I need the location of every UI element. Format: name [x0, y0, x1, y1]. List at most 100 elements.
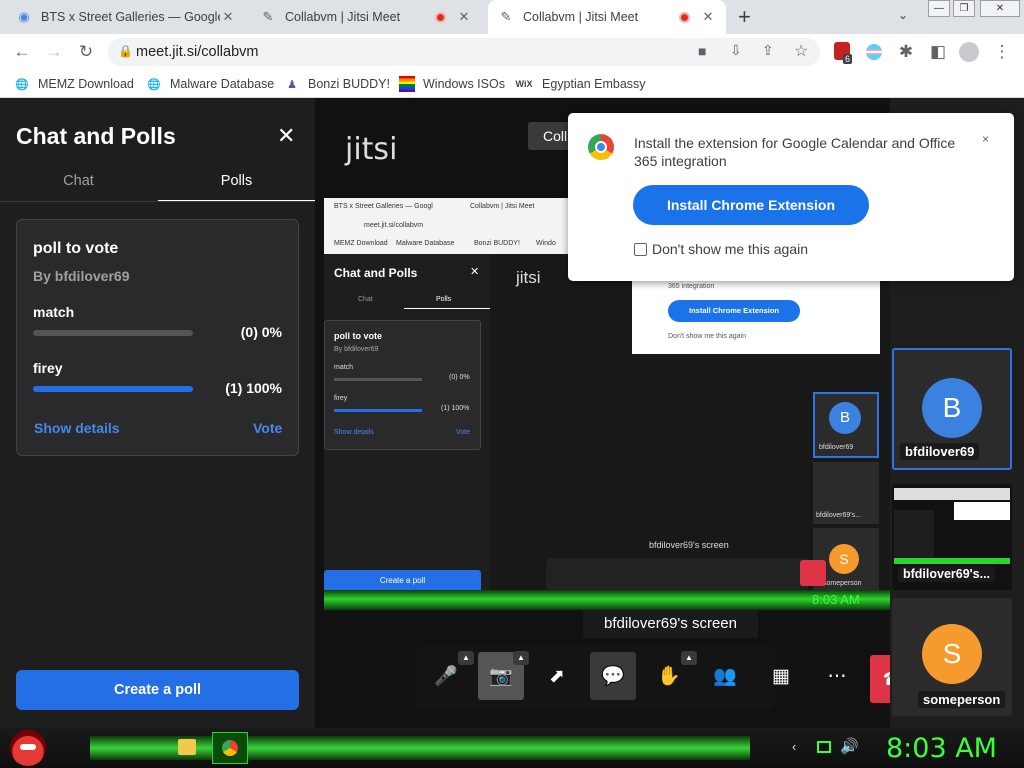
jitsi-icon: ✎: [262, 9, 274, 24]
popup-close-icon[interactable]: ×: [982, 132, 989, 146]
tab-google-arts[interactable]: ◉ BTS x Street Galleries — Google Arts ✕: [6, 0, 246, 34]
bookmark-memz[interactable]: 🌐 MEMZ Download: [14, 70, 134, 98]
address-bar[interactable]: 🔒 meet.jit.si/collabvm ■ ⇩ ⇪ ☆: [108, 38, 820, 66]
tray-chevron-icon[interactable]: ‹: [792, 739, 796, 754]
reload-icon[interactable]: ↻: [74, 34, 98, 70]
bookmark-bonzi[interactable]: ♟ Bonzi BUDDY!: [284, 70, 390, 98]
tab-jitsi-active[interactable]: ✎ Collabvm | Jitsi Meet ✕: [488, 0, 726, 34]
nested-poll-card: poll to vote By bfdilover69 match (0) 0%…: [324, 320, 481, 450]
bookmark-windows-isos[interactable]: Windows ISOs: [399, 70, 505, 98]
participant-name: someperson: [918, 691, 1006, 708]
tab-polls[interactable]: Polls: [158, 170, 315, 202]
tab-title: BTS x Street Galleries — Google Arts: [41, 10, 220, 24]
participant-tile-bfdilover69[interactable]: B bfdilover69: [892, 348, 1012, 470]
network-icon[interactable]: [817, 741, 831, 753]
file-explorer-icon[interactable]: [178, 739, 196, 755]
nested-option: firey: [334, 395, 348, 402]
nested-tab-underline: [404, 308, 490, 309]
nested-clock: 8:03 AM: [812, 592, 860, 607]
nested-vote: Vote: [456, 429, 471, 436]
os-taskbar: ‹ 🔊 8:03 AM: [0, 728, 1024, 768]
tab-strip: ◉ BTS x Street Galleries — Google Arts ✕…: [0, 0, 1024, 34]
checkbox-label: Don't show me this again: [652, 241, 808, 257]
participant-tile-someperson[interactable]: S someperson: [892, 598, 1012, 716]
minimize-button[interactable]: —: [928, 0, 950, 17]
bookmark-label: Malware Database: [170, 77, 275, 91]
nested-avatar: B: [829, 402, 861, 434]
nested-hangup: [800, 560, 826, 586]
participant-tile-screen-share[interactable]: bfdilover69's...: [892, 484, 1012, 590]
chrome-taskbar-button[interactable]: [212, 732, 248, 764]
browser-toolbar: ← → ↻ 🔒 meet.jit.si/collabvm ■ ⇩ ⇪ ☆ 6 ✱…: [0, 34, 1024, 70]
chat-button[interactable]: 💬: [590, 652, 636, 700]
close-tab-icon[interactable]: ✕: [456, 9, 472, 25]
mic-options-caret-icon[interactable]: ▲: [458, 651, 474, 665]
url-text[interactable]: meet.jit.si/collabvm: [136, 38, 258, 66]
install-extension-button[interactable]: Install Chrome Extension: [633, 185, 869, 225]
camera-off-icon: 📷: [489, 666, 513, 687]
nested-screen-label: bfdilover69's screen: [649, 540, 729, 550]
tab-jitsi-1[interactable]: ✎ Collabvm | Jitsi Meet ✕: [250, 0, 482, 34]
volume-icon[interactable]: 🔊: [840, 737, 859, 755]
participants-button[interactable]: 👥: [702, 652, 748, 700]
flag-extension-icon[interactable]: [866, 44, 882, 60]
extension-popup: Install the extension for Google Calenda…: [568, 113, 1014, 281]
menu-kebab-icon[interactable]: ⋮: [990, 34, 1014, 70]
start-angry-bird-icon[interactable]: [10, 730, 46, 766]
dont-show-again-checkbox[interactable]: Don't show me this again: [634, 241, 808, 257]
taskbar-clock[interactable]: 8:03 AM: [886, 733, 997, 764]
nested-popup-button: Install Chrome Extension: [668, 300, 800, 322]
wix-icon: WiX: [515, 79, 533, 89]
more-actions-button[interactable]: ⋯: [814, 652, 860, 700]
checkbox-icon[interactable]: [634, 242, 647, 256]
tab-chat[interactable]: Chat: [0, 170, 157, 202]
participant-name: bfdilover69: [900, 443, 980, 460]
share-icon[interactable]: ⇪: [762, 42, 774, 59]
side-panel-icon[interactable]: ◧: [926, 34, 950, 70]
poll-author: By bfdilover69: [33, 268, 130, 284]
new-tab-button[interactable]: +: [738, 4, 751, 30]
restore-button[interactable]: ❐: [953, 0, 975, 17]
camera-options-caret-icon[interactable]: ▲: [513, 651, 529, 665]
create-poll-button[interactable]: Create a poll: [16, 670, 299, 710]
poll-option-bar: [33, 330, 193, 336]
share-screen-button[interactable]: ⬈: [534, 652, 580, 700]
back-icon[interactable]: ←: [10, 34, 34, 70]
recording-icon: [435, 11, 446, 23]
reactions-caret-icon[interactable]: ▲: [681, 651, 697, 665]
popup-message: Install the extension for Google Calenda…: [634, 135, 956, 169]
nested-tile-name: bfdilover69's...: [816, 512, 861, 519]
close-tab-icon[interactable]: ✕: [220, 9, 236, 25]
tab-search-icon[interactable]: ⌄: [898, 8, 908, 22]
close-tab-icon[interactable]: ✕: [700, 9, 716, 25]
nested-popup: 365 integration Install Chrome Extension…: [632, 276, 880, 354]
globe-icon: 🌐: [15, 78, 29, 91]
tab-divider: [0, 201, 315, 202]
nested-tab: Chat: [358, 296, 373, 303]
forward-icon[interactable]: →: [42, 34, 66, 70]
screen-preview-taskbar: [894, 558, 1010, 564]
bookmark-egyptian-embassy[interactable]: WiX Egyptian Embassy: [514, 70, 646, 98]
poll-question: poll to vote: [33, 240, 119, 257]
tile-view-button[interactable]: ▦: [758, 652, 804, 700]
nested-poll-question: poll to vote: [334, 331, 382, 341]
poll-card: poll to vote By bfdilover69 match (0) 0%…: [16, 219, 299, 456]
meeting-toolbar: 🎤 ▲ 📷 ▲ ⬈ 💬 ✋ ▲ 👥: [415, 646, 775, 710]
nested-bookmark: Malware Database: [396, 240, 455, 247]
extensions-puzzle-icon[interactable]: ✱: [894, 34, 918, 70]
bookmark-malware-database[interactable]: 🌐 Malware Database: [146, 70, 274, 98]
camera-icon[interactable]: ■: [698, 43, 706, 59]
show-details-link[interactable]: Show details: [34, 420, 120, 436]
close-window-button[interactable]: ✕: [980, 0, 1020, 17]
close-panel-icon[interactable]: ✕: [277, 123, 295, 149]
chrome-logo-icon: [588, 134, 614, 160]
raise-hand-icon: ✋: [657, 666, 681, 687]
extension-badge: 6: [843, 54, 853, 64]
install-icon[interactable]: ⇩: [730, 42, 742, 59]
bookmark-star-icon[interactable]: ☆: [794, 41, 808, 61]
nested-side-panel: Chat and Polls ✕ Chat Polls poll to vote…: [324, 254, 490, 610]
screen-preview-chrome: [894, 488, 1010, 500]
nested-close-icon: ✕: [470, 266, 480, 278]
vote-link[interactable]: Vote: [253, 420, 282, 436]
profile-avatar-icon[interactable]: [959, 42, 979, 62]
